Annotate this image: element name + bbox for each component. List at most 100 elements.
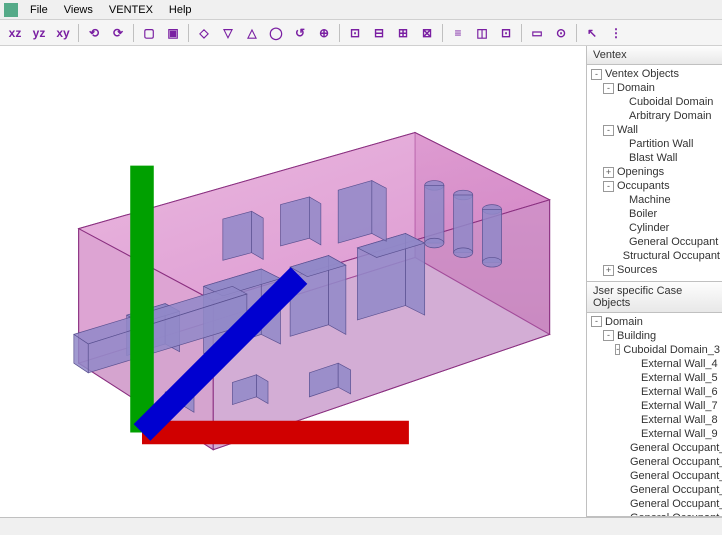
tree-item[interactable]: -Wall [587, 123, 722, 137]
tree-item[interactable]: -Occupants [587, 179, 722, 193]
collapse-icon[interactable]: - [591, 69, 602, 80]
tree-item[interactable]: General Occupant_15 [587, 511, 722, 517]
collapse-icon[interactable]: - [603, 181, 614, 192]
tree-item[interactable]: Structural Occupant [587, 249, 722, 263]
tree-item[interactable]: Partition Wall [587, 137, 722, 151]
tree-item[interactable]: General Occupant_14 [587, 497, 722, 511]
tree-item[interactable]: General Occupant_12 [587, 469, 722, 483]
expand-icon[interactable]: + [603, 167, 614, 178]
toolbar-button[interactable]: ≡ [447, 22, 469, 44]
collapse-icon[interactable]: - [603, 330, 614, 341]
toolbar-button[interactable]: ↖ [581, 22, 603, 44]
toolbar-button[interactable]: yz [28, 22, 50, 44]
tree-item[interactable]: -Ventex Objects [587, 67, 722, 81]
tree-item[interactable]: External Wall_9 [587, 427, 722, 441]
tree-item[interactable]: General Occupant_11 [587, 455, 722, 469]
menu-file[interactable]: File [22, 2, 56, 18]
tree-item-label: Ventex Objects [605, 68, 720, 80]
panel-body[interactable]: -Domain-Building-Cuboidal Domain_3Extern… [587, 313, 722, 517]
toolbar-button[interactable]: △ [241, 22, 263, 44]
tree-spacer [627, 372, 638, 383]
toolbar-button[interactable]: ▽ [217, 22, 239, 44]
tree-item[interactable]: External Wall_7 [587, 399, 722, 413]
tree-item[interactable]: General Occupant_10 [587, 441, 722, 455]
tree-item[interactable]: -Domain [587, 315, 722, 329]
panel-title: Jser specific Case Objects [587, 282, 722, 313]
tree-spacer [627, 386, 638, 397]
tree-item-label: External Wall_5 [641, 372, 720, 384]
toolbar-button[interactable]: ⊞ [392, 22, 414, 44]
tree-item[interactable]: Cuboidal Domain [587, 95, 722, 109]
tree-item-label: External Wall_6 [641, 386, 720, 398]
toolbar-button[interactable]: xz [4, 22, 26, 44]
tree-spacer [615, 237, 626, 248]
tree-item[interactable]: External Wall_6 [587, 385, 722, 399]
toolbar-button[interactable]: ◫ [471, 22, 493, 44]
toolbar-button[interactable]: ↺ [289, 22, 311, 44]
status-bar [0, 517, 722, 535]
tree-item-label: General Occupant_14 [630, 498, 722, 510]
tree-item-label: Sources [617, 264, 720, 276]
tree-item[interactable]: -Building [587, 329, 722, 343]
case-objects-panel: Jser specific Case Objects -Domain-Build… [587, 282, 722, 518]
tree-spacer [627, 414, 638, 425]
toolbar-button[interactable]: ▭ [526, 22, 548, 44]
tree-item[interactable]: +Sources [587, 263, 722, 277]
tree-spacer [615, 97, 626, 108]
toolbar-button[interactable]: ⊡ [495, 22, 517, 44]
tree-item[interactable]: Arbitrary Domain [587, 109, 722, 123]
toolbar-button[interactable]: ▣ [162, 22, 184, 44]
toolbar-button[interactable]: ⋮ [605, 22, 627, 44]
toolbar-button[interactable]: xy [52, 22, 74, 44]
tree-item[interactable]: Boiler [587, 207, 722, 221]
menu-help[interactable]: Help [161, 2, 200, 18]
toolbar-button[interactable]: ⟲ [83, 22, 105, 44]
tree-item[interactable]: Blast Wall [587, 151, 722, 165]
tree-item-label: External Wall_7 [641, 400, 720, 412]
tree-item-label: Openings [617, 166, 720, 178]
tree-item-label: External Wall_9 [641, 428, 720, 440]
tree-spacer [615, 139, 626, 150]
tree-item-label: Domain [617, 82, 720, 94]
tree-item[interactable]: External Wall_5 [587, 371, 722, 385]
tree-item-label: Occupants [617, 180, 720, 192]
tree-item-label: General Occupant_10 [630, 442, 722, 454]
tree-item[interactable]: General Occupant_13 [587, 483, 722, 497]
toolbar-button[interactable]: ⊡ [344, 22, 366, 44]
collapse-icon[interactable]: - [603, 83, 614, 94]
toolbar-button[interactable]: ▢ [138, 22, 160, 44]
tree-item-label: Boiler [629, 208, 720, 220]
tree-item[interactable]: Machine [587, 193, 722, 207]
tree-item-label: General Occupant [629, 236, 720, 248]
tree-item-label: Domain [605, 316, 720, 328]
tree-item[interactable]: Cylinder [587, 221, 722, 235]
tree-item[interactable]: +Openings [587, 165, 722, 179]
toolbar: xzyzxy⟲⟳▢▣◇▽△◯↺⊕⊡⊟⊞⊠≡◫⊡▭⊙↖⋮ [0, 20, 722, 46]
tree-spacer [627, 428, 638, 439]
toolbar-button[interactable]: ⊟ [368, 22, 390, 44]
tree-item-label: General Occupant_11 [630, 456, 722, 468]
menu-ventex[interactable]: VENTEX [101, 2, 161, 18]
panel-body[interactable]: -Ventex Objects-DomainCuboidal DomainArb… [587, 65, 722, 281]
tree-item[interactable]: External Wall_4 [587, 357, 722, 371]
toolbar-button[interactable]: ⟳ [107, 22, 129, 44]
app-icon [4, 3, 18, 17]
toolbar-button[interactable]: ⊠ [416, 22, 438, 44]
menu-views[interactable]: Views [56, 2, 101, 18]
toolbar-button[interactable]: ◇ [193, 22, 215, 44]
toolbar-button[interactable]: ⊙ [550, 22, 572, 44]
3d-viewport[interactable] [0, 46, 586, 517]
tree-item[interactable]: -Domain [587, 81, 722, 95]
collapse-icon[interactable]: - [615, 344, 620, 355]
menu-bar: File Views VENTEX Help [0, 0, 722, 20]
toolbar-button[interactable]: ◯ [265, 22, 287, 44]
expand-icon[interactable]: + [603, 265, 614, 276]
tree-item-label: Building [617, 330, 720, 342]
collapse-icon[interactable]: - [591, 316, 602, 327]
tree-item[interactable]: External Wall_8 [587, 413, 722, 427]
tree-item-label: Structural Occupant [623, 250, 720, 262]
toolbar-button[interactable]: ⊕ [313, 22, 335, 44]
tree-item[interactable]: -Cuboidal Domain_3 [587, 343, 722, 357]
tree-item[interactable]: General Occupant [587, 235, 722, 249]
collapse-icon[interactable]: - [603, 125, 614, 136]
